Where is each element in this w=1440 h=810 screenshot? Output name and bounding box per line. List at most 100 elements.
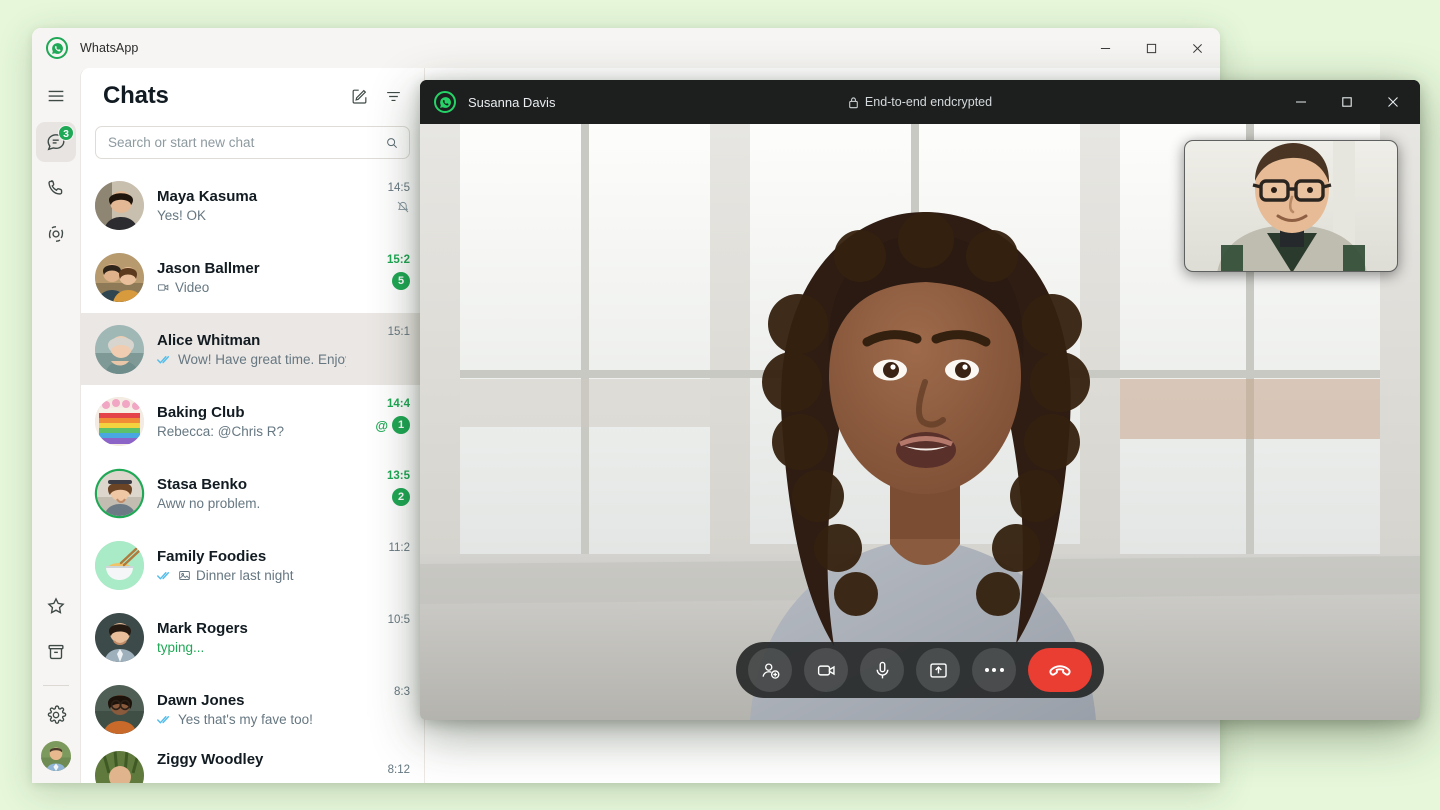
whatsapp-logo-icon — [434, 91, 456, 113]
chat-item-preview-text: Wow! Have great time. Enjoy. — [178, 351, 346, 367]
chat-item-preview: Yes that's my fave too! — [157, 712, 346, 727]
share-screen-icon[interactable] — [916, 648, 960, 692]
chat-item-preview: Aww no problem. — [157, 496, 346, 511]
chat-item-preview-text: Rebecca: @Chris R? — [157, 423, 284, 439]
chat-list-item[interactable]: Ziggy Woodley 8:12 — [81, 745, 424, 783]
chat-item-preview: Dinner last night — [157, 568, 346, 583]
chat-list-item[interactable]: Mark Rogers typing... 10:5 — [81, 601, 424, 673]
avatar — [95, 612, 144, 662]
sidebar-item-status[interactable] — [36, 214, 76, 254]
chat-item-name: Dawn Jones — [157, 691, 245, 709]
sidebar-item-chats[interactable]: 3 — [36, 122, 76, 162]
chat-item-name: Stasa Benko — [157, 475, 248, 493]
chat-list-item[interactable]: Maya Kasuma Yes! OK 14:5 — [81, 169, 424, 241]
avatar — [95, 396, 144, 446]
more-dots — [984, 668, 1004, 672]
image-icon — [178, 569, 191, 582]
chat-item-preview-text: Yes that's my fave too! — [178, 711, 313, 727]
more-options-icon[interactable] — [972, 648, 1016, 692]
maximize-icon[interactable] — [1128, 28, 1174, 68]
avatar — [95, 684, 144, 734]
search-container — [81, 124, 424, 169]
avatar — [95, 540, 144, 590]
call-window-controls — [1278, 80, 1416, 124]
search-box[interactable] — [95, 126, 410, 159]
chat-item-badges: 5 — [352, 272, 410, 290]
navigation-rail: 3 — [32, 68, 80, 783]
chat-item-meta: Family Foodies Dinner last night — [157, 548, 352, 583]
chat-item-time: 15:1 — [387, 326, 410, 338]
chat-item-preview: Video — [157, 280, 346, 295]
chat-item-time: 11:2 — [388, 542, 410, 554]
read-receipt-icon — [157, 354, 173, 365]
chat-item-right: 15:1 — [352, 313, 410, 338]
minimize-icon[interactable] — [1082, 28, 1128, 68]
chat-item-preview: Wow! Have great time. Enjoy. — [157, 352, 346, 367]
read-receipt-icon — [157, 570, 173, 581]
page-title: Chats — [103, 82, 169, 109]
maximize-icon[interactable] — [1324, 80, 1370, 124]
chat-item-name: Jason Ballmer — [157, 259, 260, 277]
close-icon[interactable] — [1370, 80, 1416, 124]
call-controls-bar — [736, 642, 1104, 698]
chat-item-time: 15:2 — [386, 254, 410, 266]
search-input[interactable] — [108, 135, 385, 150]
chat-list-item[interactable]: Baking Club Rebecca: @Chris R? 14:4 @1 — [81, 385, 424, 457]
avatar — [95, 324, 144, 374]
chat-item-right: 14:5 — [352, 169, 410, 214]
chat-list-item[interactable]: Family Foodies Dinner last night 11:2 — [81, 529, 424, 601]
profile-avatar[interactable] — [41, 741, 71, 771]
chat-item-time: 10:5 — [387, 614, 410, 626]
sidebar-item-archived[interactable] — [36, 632, 76, 672]
chat-item-preview-text: Yes! OK — [157, 207, 207, 223]
settings-gear-icon[interactable] — [36, 695, 76, 735]
unread-badge: 1 — [392, 416, 410, 434]
self-view-pip[interactable] — [1184, 140, 1398, 272]
microphone-icon[interactable] — [860, 648, 904, 692]
chat-item-preview-text: Video — [175, 279, 210, 295]
main-titlebar: WhatsApp — [32, 28, 1220, 68]
chat-item-meta: Alice Whitman Wow! Have great time. Enjoy… — [157, 332, 352, 367]
chat-item-time: 14:5 — [387, 182, 410, 194]
chat-item-badges: 2 — [352, 488, 410, 506]
chat-item-name: Ziggy Woodley — [157, 751, 264, 768]
compose-new-chat-icon[interactable] — [342, 79, 376, 113]
chat-item-right: 8:12 — [352, 751, 410, 776]
chat-list-item[interactable]: Jason Ballmer Video 15:2 5 — [81, 241, 424, 313]
chat-list-column: Chats Search or start new chat Maya Kasu… — [81, 68, 425, 783]
add-participant-icon[interactable] — [748, 648, 792, 692]
close-icon[interactable] — [1174, 28, 1220, 68]
chats-header: Chats — [81, 68, 424, 124]
chat-list-item[interactable]: Dawn Jones Yes that's my fave too! 8:3 — [81, 673, 424, 745]
sidebar-item-starred[interactable] — [36, 586, 76, 626]
chat-item-right: 8:3 — [352, 673, 410, 698]
chat-item-right: 11:2 — [352, 529, 410, 554]
chat-item-right: 15:2 5 — [352, 241, 410, 290]
video-camera-icon — [157, 281, 170, 294]
end-call-icon[interactable] — [1028, 648, 1092, 692]
avatar — [97, 470, 142, 516]
chat-list[interactable]: Maya Kasuma Yes! OK 14:5 Jason Ballmer Vide… — [81, 169, 424, 783]
chat-list-item[interactable]: Stasa Benko Aww no problem. 13:5 2 — [81, 457, 424, 529]
read-receipt-icon — [157, 714, 173, 725]
call-titlebar: Susanna Davis End-to-end endcrypted — [420, 80, 1420, 124]
search-icon — [387, 137, 398, 148]
chat-item-meta: Stasa Benko Aww no problem. — [157, 476, 352, 511]
chat-item-name: Alice Whitman — [157, 331, 261, 349]
chat-item-preview: typing... — [157, 640, 346, 655]
avatar — [95, 252, 144, 302]
chat-item-meta: Maya Kasuma Yes! OK — [157, 188, 352, 223]
chat-list-item[interactable]: Alice Whitman Wow! Have great time. Enjoy… — [81, 313, 424, 385]
video-camera-icon[interactable] — [804, 648, 848, 692]
hamburger-menu-icon[interactable] — [36, 76, 76, 116]
encryption-status: End-to-end endcrypted — [420, 95, 1420, 109]
chat-item-preview-text: typing... — [157, 639, 205, 655]
encryption-label: End-to-end endcrypted — [864, 95, 993, 109]
sidebar-item-calls[interactable] — [36, 168, 76, 208]
filter-icon[interactable] — [376, 79, 410, 113]
minimize-icon[interactable] — [1278, 80, 1324, 124]
rail-divider — [43, 685, 69, 686]
lock-icon — [849, 96, 858, 108]
avatar — [95, 751, 144, 783]
chat-item-preview-text: Dinner last night — [196, 567, 294, 583]
